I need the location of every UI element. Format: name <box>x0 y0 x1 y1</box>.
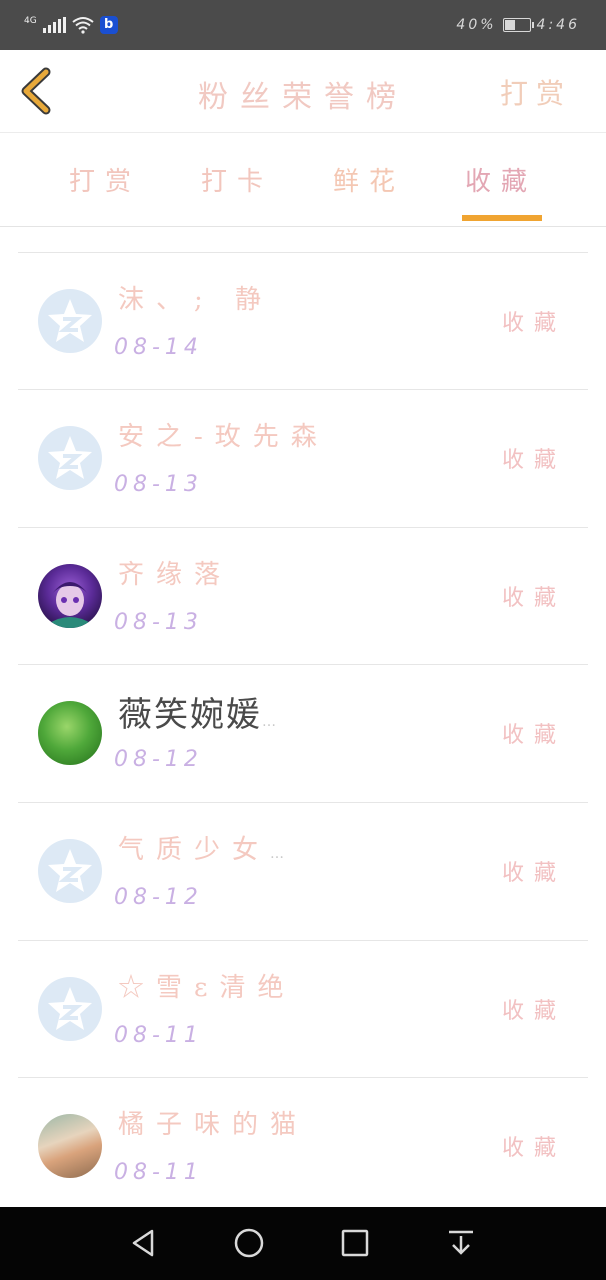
qzone-star-icon <box>48 849 92 892</box>
qzone-star-icon <box>48 299 92 342</box>
nav-notifications-button[interactable] <box>443 1225 479 1261</box>
tab-checkin[interactable]: 打卡 <box>182 161 292 198</box>
list-item[interactable]: 薇笑婉媛… 08-12 收藏 <box>18 665 588 803</box>
fan-action: 收藏 <box>501 861 566 886</box>
fan-list: 沫、; 静 08-14 收藏 安之-玫先森 08-13 收藏 齐缘落 08-13… <box>18 252 588 1214</box>
nav-home-button[interactable] <box>231 1225 267 1261</box>
name-ellipsis: … <box>262 714 278 730</box>
fan-action: 收藏 <box>501 1136 566 1161</box>
list-item[interactable]: 沫、; 静 08-14 收藏 <box>18 253 588 390</box>
fan-date: 08-14 <box>114 335 203 360</box>
name-ellipsis: … <box>270 846 287 862</box>
pull-down-icon <box>449 1230 473 1255</box>
list-item[interactable]: ☆雪ε清绝 08-11 收藏 <box>18 941 588 1078</box>
nav-recents-button[interactable] <box>337 1225 373 1261</box>
avatar <box>38 289 102 353</box>
wifi-icon <box>72 17 94 34</box>
fan-date: 08-13 <box>114 610 203 635</box>
anime-avatar-icon <box>48 582 92 628</box>
fan-name: ☆雪ε清绝 <box>118 973 296 1003</box>
fan-name: 齐缘落 <box>118 560 233 590</box>
header: 粉丝荣誉榜 打赏 <box>0 50 606 133</box>
fan-date: 08-11 <box>114 1160 203 1185</box>
signal-icon <box>42 17 66 33</box>
list-item[interactable]: 齐缘落 08-13 收藏 <box>18 528 588 665</box>
avatar <box>38 564 102 628</box>
avatar <box>38 977 102 1041</box>
fan-action: 收藏 <box>501 999 566 1024</box>
battery-icon <box>502 18 534 32</box>
status-left: 4G b <box>24 14 118 36</box>
fan-date: 08-12 <box>114 885 203 910</box>
list-item[interactable]: 气质少女… 08-12 收藏 <box>18 803 588 941</box>
fan-name: 橘子味的猫 <box>118 1110 309 1140</box>
qzone-star-icon <box>48 436 92 479</box>
tab-favorites[interactable]: 收藏 <box>446 161 556 198</box>
avatar <box>38 426 102 490</box>
fan-action: 收藏 <box>501 586 566 611</box>
fan-action: 收藏 <box>501 448 566 473</box>
fan-action: 收藏 <box>501 311 566 336</box>
square-recents-icon <box>341 1229 369 1257</box>
triangle-back-icon <box>132 1229 154 1257</box>
fan-name: 沫、; 静 <box>118 285 274 315</box>
qzone-star-icon <box>48 987 92 1030</box>
nav-back-button[interactable] <box>126 1225 162 1261</box>
avatar <box>38 839 102 903</box>
tab-flowers[interactable]: 鲜花 <box>314 161 424 198</box>
fan-date: 08-12 <box>114 747 203 772</box>
battery-percent: 40% <box>456 17 497 33</box>
tab-bar: 打赏 打卡 鲜花 收藏 <box>0 133 606 227</box>
fan-name: 气质少女… <box>118 835 287 865</box>
list-item[interactable]: 安之-玫先森 08-13 收藏 <box>18 390 588 528</box>
app-badge-icon: b <box>99 16 118 34</box>
network-type: 4G <box>24 15 37 26</box>
fan-date: 08-11 <box>114 1023 203 1048</box>
fan-action: 收藏 <box>501 723 566 748</box>
status-bar: 4G b 40% 4:46 <box>0 0 606 50</box>
status-right: 40% 4:46 <box>456 14 580 36</box>
fan-date: 08-13 <box>114 472 203 497</box>
fan-name: 薇笑婉媛… <box>118 695 278 735</box>
list-item[interactable]: 橘子味的猫 08-11 收藏 <box>18 1078 588 1214</box>
avatar <box>38 701 102 765</box>
tab-reward[interactable]: 打赏 <box>50 161 160 198</box>
circle-home-icon <box>234 1228 264 1258</box>
clock: 4:46 <box>536 17 580 33</box>
active-tab-indicator <box>462 215 542 221</box>
reward-button[interactable]: 打赏 <box>500 72 572 112</box>
system-nav-bar <box>0 1207 606 1280</box>
avatar <box>38 1114 102 1178</box>
fan-name: 安之-玫先森 <box>118 422 329 452</box>
